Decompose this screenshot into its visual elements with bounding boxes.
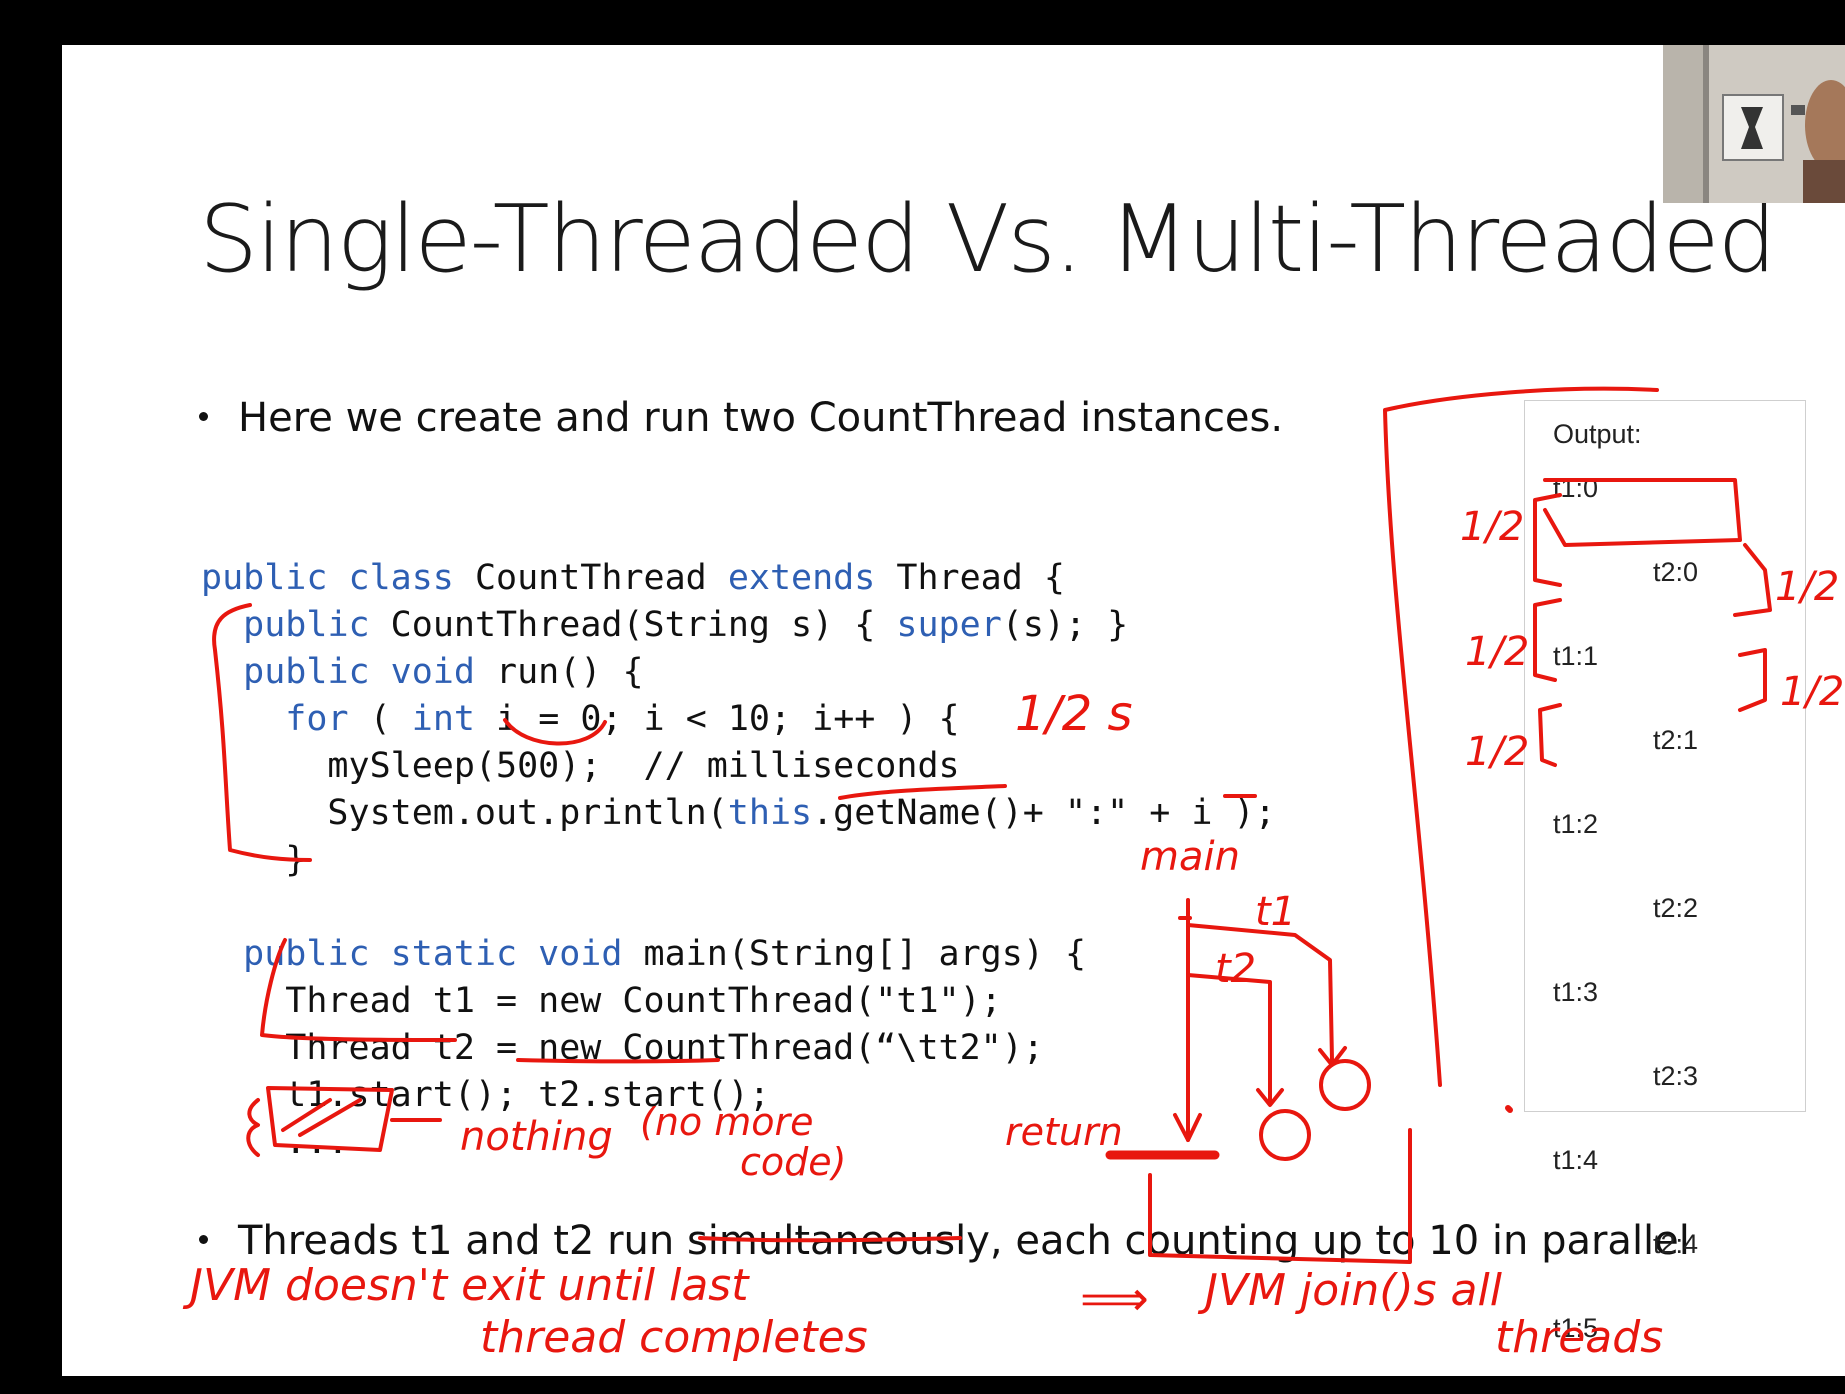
underline-simultaneously xyxy=(698,1236,962,1243)
underline-500 xyxy=(503,718,607,746)
ink-annotations: 1/2 1/2 1/2 1/2 1/2 1/2 s main t1 t2 ret… xyxy=(182,386,1844,1363)
half-bracket-1 xyxy=(1533,493,1562,587)
t1-end-circle xyxy=(1319,1059,1371,1111)
cross-out-mark xyxy=(281,1098,362,1137)
t2-thread-line xyxy=(1186,973,1272,1102)
jvm-join-line2: threads xyxy=(1495,1312,1663,1363)
underline-t2-start xyxy=(516,1058,720,1064)
main-label: main xyxy=(1140,834,1240,880)
jvm-exit-line1: JVM doesn't exit until last xyxy=(182,1260,750,1311)
half-label-1: 1/2 xyxy=(1460,504,1524,550)
counting-box-mark xyxy=(1148,1128,1412,1264)
t1t2-box-mark xyxy=(1543,478,1742,547)
return-label: return xyxy=(1005,1110,1123,1154)
t1-label: t1 xyxy=(1255,889,1296,935)
jvm-exit-line2: thread completes xyxy=(480,1312,868,1363)
half-bracket-right-2 xyxy=(1738,648,1767,712)
t1-thread-line xyxy=(1186,923,1334,1062)
t2-label: t2 xyxy=(1215,946,1256,992)
half-label-2: 1/2 xyxy=(1775,564,1839,610)
implies-arrow: ⟹ xyxy=(1080,1271,1149,1327)
underline-getname xyxy=(838,784,1007,800)
half-bracket-3 xyxy=(1538,703,1562,767)
half-bracket-2 xyxy=(1533,598,1562,682)
half-label-4: 1/2 xyxy=(1780,669,1844,715)
half-second-label: 1/2 s xyxy=(1015,686,1133,742)
code-label: code) xyxy=(740,1140,846,1184)
half-label-3: 1/2 xyxy=(1465,629,1529,675)
nothing-label: nothing xyxy=(460,1114,613,1160)
curly-brace-mark xyxy=(246,1098,260,1157)
no-more-label: (no more xyxy=(640,1100,814,1144)
main-bracket-mark xyxy=(260,938,457,1042)
t2-end-circle xyxy=(1259,1109,1311,1161)
run-method-bracket-mark xyxy=(212,603,312,862)
half-bracket-right-1 xyxy=(1733,543,1772,617)
jvm-join-line1: JVM join()s all xyxy=(1197,1265,1503,1316)
half-label-5: 1/2 xyxy=(1465,729,1529,775)
